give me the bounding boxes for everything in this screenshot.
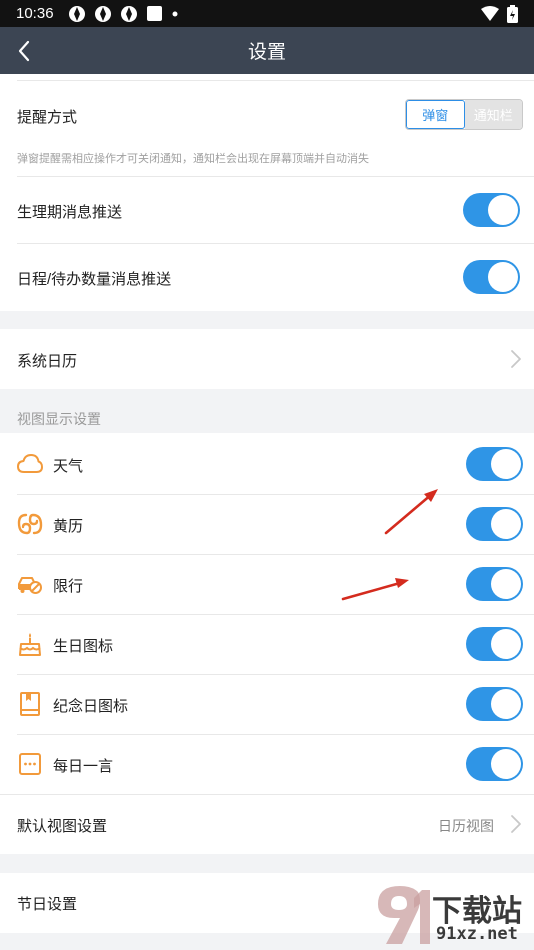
anniversary-icon-row: 纪念日图标 <box>0 675 534 734</box>
status-bar: 10:36 <box>0 0 534 27</box>
almanac-row: 黄历 <box>0 495 534 554</box>
wifi-icon <box>481 5 499 21</box>
anniversary-icon-label: 纪念日图标 <box>53 698 129 715</box>
period-push-label: 生理期消息推送 <box>17 204 123 221</box>
status-time: 10:36 <box>16 5 54 22</box>
car-restriction-icon <box>17 571 43 597</box>
system-calendar-label: 系统日历 <box>17 353 78 370</box>
system-calendar-row[interactable]: 系统日历 <box>0 329 534 389</box>
schedule-push-toggle[interactable] <box>463 260 520 294</box>
default-view-value: 日历视图 <box>438 818 494 834</box>
annotation-arrow <box>384 489 438 535</box>
schedule-push-label: 日程/待办数量消息推送 <box>17 271 172 288</box>
chevron-right-icon <box>511 350 521 368</box>
traffic-restriction-toggle[interactable] <box>466 567 523 601</box>
default-view-row[interactable]: 默认视图设置 日历视图 <box>0 795 534 854</box>
reminder-mode-selector: 弹窗 通知栏 <box>405 99 523 130</box>
traffic-restriction-row: 限行 <box>0 555 534 614</box>
cloud-icon <box>17 451 43 477</box>
traffic-restriction-label: 限行 <box>53 578 84 595</box>
holiday-settings-label: 节日设置 <box>17 896 78 913</box>
weather-label: 天气 <box>53 458 84 475</box>
battery-icon <box>507 4 518 23</box>
chevron-right-icon <box>511 815 521 833</box>
annotation-arrow <box>341 578 409 601</box>
almanac-toggle[interactable] <box>466 507 523 541</box>
back-button[interactable] <box>10 37 38 65</box>
birthday-icon-label: 生日图标 <box>53 638 114 655</box>
chevron-left-icon <box>18 40 30 62</box>
cake-icon <box>17 631 43 657</box>
watermark-domain: 91xz.net <box>436 924 518 944</box>
nav-bar: 设置 <box>0 27 534 74</box>
daily-quote-label: 每日一言 <box>53 758 114 775</box>
daily-quote-row: 每日一言 <box>0 735 534 794</box>
reminder-hint: 弹窗提醒需相应操作才可关闭通知，通知栏会出现在屏幕顶端并自动消失 <box>17 153 369 165</box>
page-title: 设置 <box>247 42 286 63</box>
almanac-icon <box>17 511 43 537</box>
app-notification-icon <box>146 6 162 21</box>
notification-icon <box>68 5 85 22</box>
book-icon <box>17 691 43 717</box>
default-view-label: 默认视图设置 <box>17 818 108 835</box>
notification-icon <box>94 5 111 22</box>
popup-option[interactable]: 弹窗 <box>406 100 465 129</box>
almanac-label: 黄历 <box>53 518 84 535</box>
notification-icon <box>120 5 137 22</box>
period-push-row: 生理期消息推送 <box>0 177 534 243</box>
notification-bar-option[interactable]: 通知栏 <box>464 100 522 129</box>
birthday-icon-row: 生日图标 <box>0 615 534 674</box>
anniversary-icon-toggle[interactable] <box>466 687 523 721</box>
weather-toggle[interactable] <box>466 447 523 481</box>
birthday-icon-toggle[interactable] <box>466 627 523 661</box>
view-settings-title: 视图显示设置 <box>17 411 101 427</box>
daily-quote-toggle[interactable] <box>466 747 523 781</box>
site-watermark: 下载站 91xz.net <box>370 880 534 950</box>
dot-icon <box>172 11 178 16</box>
quote-icon <box>17 751 43 777</box>
schedule-push-row: 日程/待办数量消息推送 <box>0 244 534 311</box>
period-push-toggle[interactable] <box>463 193 520 227</box>
weather-row: 天气 <box>0 434 534 494</box>
reminder-mode-label: 提醒方式 <box>17 109 78 126</box>
